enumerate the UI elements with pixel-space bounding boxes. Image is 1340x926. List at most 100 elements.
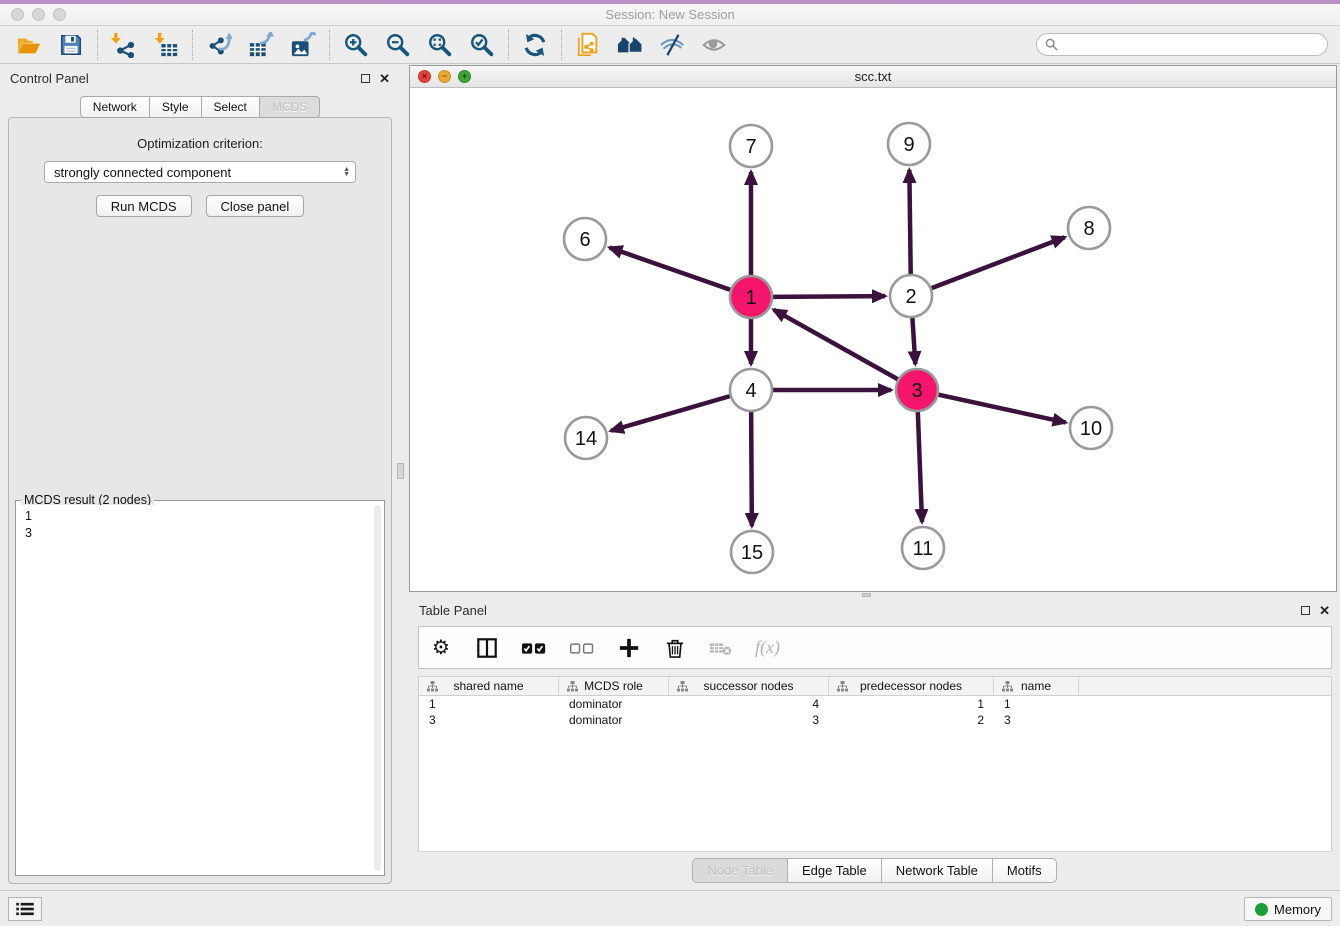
edge-4-15[interactable] <box>751 412 752 526</box>
close-panel-icon[interactable]: ✕ <box>1319 604 1330 617</box>
optimization-select[interactable]: strongly connected component ▲▼ <box>44 161 356 183</box>
add-column-button[interactable] <box>617 633 641 663</box>
export-image-button[interactable] <box>282 28 324 62</box>
search-input[interactable] <box>1063 38 1319 52</box>
edge-2-8[interactable] <box>932 237 1065 288</box>
show-annotations-button[interactable] <box>693 28 735 62</box>
graph-node-4[interactable]: 4 <box>730 369 772 411</box>
home-icon <box>617 32 643 58</box>
tab-style[interactable]: Style <box>149 96 201 118</box>
graph-node-8[interactable]: 8 <box>1068 207 1110 249</box>
run-mcds-button[interactable]: Run MCDS <box>96 195 192 217</box>
column-header-name[interactable]: name <box>994 677 1079 695</box>
cell-name[interactable]: 1 <box>994 696 1079 712</box>
tab-mcds[interactable]: MCDS <box>259 96 320 118</box>
duplicate-network-icon <box>575 32 601 58</box>
vertical-splitter[interactable] <box>400 65 409 890</box>
search-field[interactable] <box>1036 33 1328 56</box>
zoom-in-button[interactable] <box>335 28 377 62</box>
node-label: 3 <box>911 380 922 402</box>
cell-successor_nodes[interactable]: 3 <box>669 712 829 728</box>
cell-shared_name[interactable]: 1 <box>419 696 559 712</box>
delete-button[interactable] <box>663 633 687 663</box>
tab-node-table[interactable]: Node Table <box>692 858 787 883</box>
cell-mcds_role[interactable]: dominator <box>559 696 669 712</box>
column-header-predecessor-nodes[interactable]: predecessor nodes <box>829 677 994 695</box>
duplicate-network-button[interactable] <box>567 28 609 62</box>
open-file-button[interactable] <box>8 28 50 62</box>
close-panel-button[interactable]: Close panel <box>206 195 305 217</box>
column-header-shared-name[interactable]: shared name <box>419 677 559 695</box>
graph-node-2[interactable]: 2 <box>890 275 932 317</box>
table-row[interactable]: 1dominator411 <box>419 696 1331 712</box>
table-row[interactable]: 3dominator323 <box>419 712 1331 728</box>
edge-2-3[interactable] <box>912 318 915 364</box>
cell-shared_name[interactable]: 3 <box>419 712 559 728</box>
splitter-handle[interactable] <box>397 463 404 479</box>
zoom-out-button[interactable] <box>377 28 419 62</box>
select-all-icon <box>521 639 547 657</box>
edge-1-2[interactable] <box>773 296 885 297</box>
graph-node-11[interactable]: 11 <box>902 527 944 569</box>
network-maximize-icon[interactable]: + <box>458 70 471 83</box>
tab-network[interactable]: Network <box>80 96 149 118</box>
zoom-selected-button[interactable] <box>461 28 503 62</box>
mcds-result-text[interactable]: 13 <box>20 505 380 871</box>
graph-node-10[interactable]: 10 <box>1070 407 1112 449</box>
edge-3-1[interactable] <box>774 310 898 380</box>
export-table-button[interactable] <box>240 28 282 62</box>
graph-node-3[interactable]: 3 <box>896 369 938 411</box>
home-button[interactable] <box>609 28 651 62</box>
zoom-fit-button[interactable] <box>419 28 461 62</box>
network-canvas[interactable]: 1 2 3 4 6 7 8 9 10 11 14 15 <box>410 88 1336 591</box>
import-network-button[interactable] <box>103 28 145 62</box>
toolbar-separator <box>97 30 98 60</box>
status-bar: Memory <box>0 890 1340 926</box>
tab-network-table[interactable]: Network Table <box>881 858 992 883</box>
export-network-button[interactable] <box>198 28 240 62</box>
network-close-icon[interactable]: × <box>418 70 431 83</box>
tab-motifs[interactable]: Motifs <box>992 858 1057 883</box>
network-minimize-icon[interactable]: − <box>438 70 451 83</box>
graph-node-15[interactable]: 15 <box>731 531 773 573</box>
select-all-button[interactable] <box>521 633 547 663</box>
cell-predecessor_nodes[interactable]: 2 <box>829 712 994 728</box>
edge-3-10[interactable] <box>938 395 1065 423</box>
delete-column-button[interactable] <box>709 633 733 663</box>
task-history-button[interactable] <box>8 897 42 921</box>
float-panel-icon[interactable] <box>1301 606 1310 615</box>
graph-node-14[interactable]: 14 <box>565 417 607 459</box>
titlebar: Session: New Session <box>0 4 1340 26</box>
edge-4-14[interactable] <box>611 396 730 431</box>
columns-button[interactable] <box>475 633 499 663</box>
memory-button[interactable]: Memory <box>1244 897 1332 921</box>
hide-annotations-button[interactable] <box>651 28 693 62</box>
network-graph[interactable]: 1 2 3 4 6 7 8 9 10 11 14 15 <box>410 88 1336 591</box>
import-table-button[interactable] <box>145 28 187 62</box>
cell-name[interactable]: 3 <box>994 712 1079 728</box>
edge-2-9[interactable] <box>909 170 910 274</box>
column-header-mcds-role[interactable]: MCDS role <box>559 677 669 695</box>
cell-successor_nodes[interactable]: 4 <box>669 696 829 712</box>
edge-1-6[interactable] <box>610 248 731 290</box>
scrollbar[interactable] <box>374 505 381 871</box>
tab-select[interactable]: Select <box>201 96 259 118</box>
graph-node-7[interactable]: 7 <box>730 125 772 167</box>
settings-gear-button[interactable]: ⚙ <box>429 633 453 663</box>
function-builder-button[interactable]: f(x) <box>755 633 780 663</box>
edge-3-11[interactable] <box>918 412 922 522</box>
cell-mcds_role[interactable]: dominator <box>559 712 669 728</box>
graph-node-9[interactable]: 9 <box>888 123 930 165</box>
deselect-all-button[interactable] <box>569 633 595 663</box>
cell-predecessor_nodes[interactable]: 1 <box>829 696 994 712</box>
float-panel-icon[interactable] <box>361 74 370 83</box>
graph-node-1[interactable]: 1 <box>730 276 772 318</box>
control-panel-tabs: NetworkStyleSelectMCDS <box>0 96 400 118</box>
refresh-button[interactable] <box>514 28 556 62</box>
column-header-successor-nodes[interactable]: successor nodes <box>669 677 829 695</box>
tab-edge-table[interactable]: Edge Table <box>787 858 881 883</box>
save-session-button[interactable] <box>50 28 92 62</box>
close-panel-icon[interactable]: ✕ <box>379 72 390 85</box>
graph-node-6[interactable]: 6 <box>564 218 606 260</box>
splitter-handle[interactable] <box>862 593 871 597</box>
